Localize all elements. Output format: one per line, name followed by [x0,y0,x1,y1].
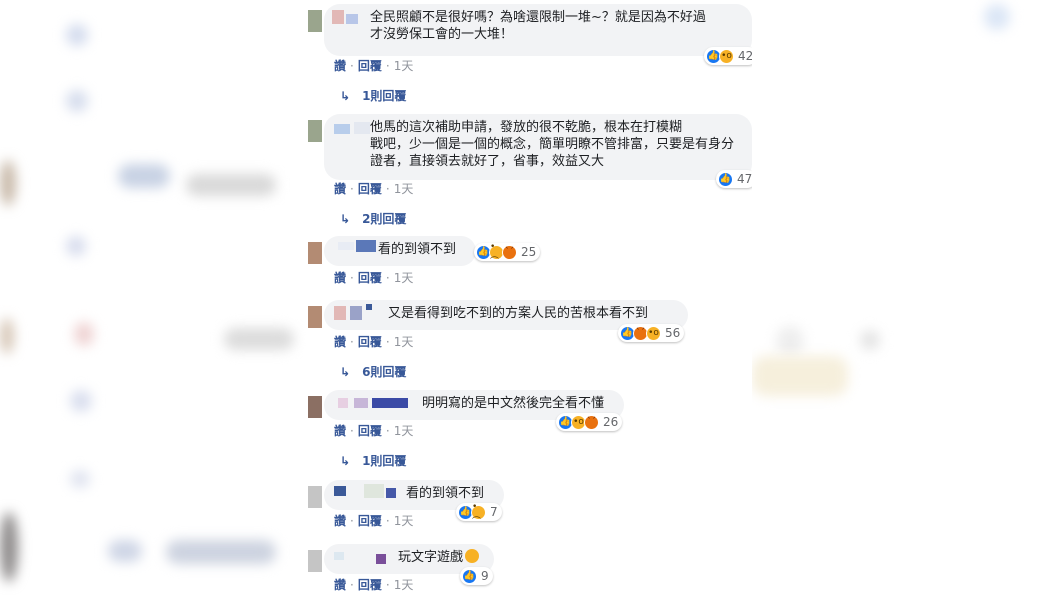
reaction-count: 9 [481,569,489,583]
comment-actions: 讚 · 回覆 · 1天 [334,271,414,285]
comment-text: 全民照顧不是很好嗎？為啥還限制一堆~？就是因為不好過 才沒勞保工會的一大堆！ [370,10,706,42]
comment-text: 又是看得到吃不到的方案人民的苦根本看不到 [388,306,649,321]
reply-button[interactable]: 回覆 [358,59,382,73]
comment-actions: 讚 · 回覆 · 1天 [334,59,414,73]
comment-time: 1天 [393,271,414,285]
reaction-summary[interactable]: 👍 47 [716,170,752,188]
reply-arrow-icon: ↳ [340,365,351,379]
comment-actions: 讚 · 回覆 · 1天 [334,424,414,438]
reply-button[interactable]: 回覆 [358,335,382,349]
comment-time: 1天 [393,335,414,349]
replies-label: 1則回覆 [362,89,407,103]
view-replies-link[interactable]: ↳ 6則回覆 [340,364,406,380]
reaction-summary[interactable]: 👍 •︵ 7 [456,503,502,521]
avatar[interactable] [308,396,322,418]
reply-button[interactable]: 回覆 [358,271,382,285]
comment-time: 1天 [393,514,414,528]
comment-text: 看的到領不到 [406,486,485,501]
comment-bubble: 全民照顧不是很好嗎？為啥還限制一堆~？就是因為不好過 才沒勞保工會的一大堆！ [324,4,752,56]
comment-actions: 讚 · 回覆 · 1天 [334,578,414,592]
comment-actions: 讚 · 回覆 · 1天 [334,182,414,196]
avatar[interactable] [308,306,322,328]
like-button[interactable]: 讚 [334,514,346,528]
blurred-background-right [752,0,1060,596]
reaction-count: 7 [490,505,498,519]
like-button[interactable]: 讚 [334,59,346,73]
reaction-count: 56 [665,326,681,340]
reaction-summary[interactable]: 👍 •︵ ˋˊ 25 [474,243,541,261]
like-button[interactable]: 讚 [334,424,346,438]
angry-reaction-icon: ˋˊ [502,244,517,260]
wow-reaction-icon: •o [719,48,734,64]
view-replies-link[interactable]: ↳ 1則回覆 [340,88,406,104]
wow-reaction-icon: •o [646,325,661,341]
reply-button[interactable]: 回覆 [358,424,382,438]
like-button[interactable]: 讚 [334,182,346,196]
comment-time: 1天 [393,424,414,438]
reply-arrow-icon: ↳ [340,89,351,103]
like-reaction-icon: 👍 [462,568,477,584]
like-reaction-icon: 👍 [718,171,733,187]
comment-text: 明明寫的是中文然後完全看不懂 [422,396,605,411]
reply-arrow-icon: ↳ [340,212,351,226]
like-button[interactable]: 讚 [334,271,346,285]
like-button[interactable]: 讚 [334,578,346,592]
reaction-summary[interactable]: 👍 •o 42 [704,47,752,65]
view-replies-link[interactable]: ↳ 1則回覆 [340,453,406,469]
reply-button[interactable]: 回覆 [358,182,382,196]
comment-bubble: 看的到領不到 [324,236,476,266]
sad-reaction-icon: •︵ [471,503,486,521]
blurred-background-left [0,0,306,596]
replies-label: 1則回覆 [362,454,407,468]
comment-text-content: 玩文字遊戲 [398,550,464,565]
avatar[interactable] [308,10,322,32]
reaction-summary[interactable]: 👍 9 [460,567,493,585]
comment-time: 1天 [393,182,414,196]
avatar[interactable] [308,486,322,508]
reply-button[interactable]: 回覆 [358,578,382,592]
avatar[interactable] [308,120,322,142]
view-replies-link[interactable]: ↳ 2則回覆 [340,211,406,227]
comment-actions: 讚 · 回覆 · 1天 [334,514,414,528]
reaction-count: 26 [603,415,619,429]
comment-actions: 讚 · 回覆 · 1天 [334,335,414,349]
thinking-emoji-icon [465,549,480,563]
comment-time: 1天 [393,578,414,592]
avatar[interactable] [308,242,322,264]
reaction-count: 42 [738,49,752,63]
reaction-count: 47 [737,172,752,186]
like-button[interactable]: 讚 [334,335,346,349]
angry-reaction-icon: ˋˊ [584,414,599,430]
comment-bubble: 他馬的這次補助申請，發放的很不乾脆，根本在打模糊 戰吧，少一個是一個的概念，簡單… [324,114,752,180]
reaction-summary[interactable]: 👍 •o ˋˊ 26 [556,413,623,431]
reply-arrow-icon: ↳ [340,454,351,468]
comment-time: 1天 [393,59,414,73]
avatar[interactable] [308,550,322,572]
comment-text: 他馬的這次補助申請，發放的很不乾脆，根本在打模糊 戰吧，少一個是一個的概念，簡單… [370,120,735,169]
comment-feed: 全民照顧不是很好嗎？為啥還限制一堆~？就是因為不好過 才沒勞保工會的一大堆！ 👍… [306,0,752,596]
replies-label: 2則回覆 [362,212,407,226]
comment-text: 看的到領不到 [378,242,457,257]
reaction-count: 25 [521,245,537,259]
replies-label: 6則回覆 [362,365,407,379]
reply-button[interactable]: 回覆 [358,514,382,528]
comment-text: 玩文字遊戲 [336,549,482,566]
reaction-summary[interactable]: 👍 ˋˊ •o 56 [618,324,685,342]
